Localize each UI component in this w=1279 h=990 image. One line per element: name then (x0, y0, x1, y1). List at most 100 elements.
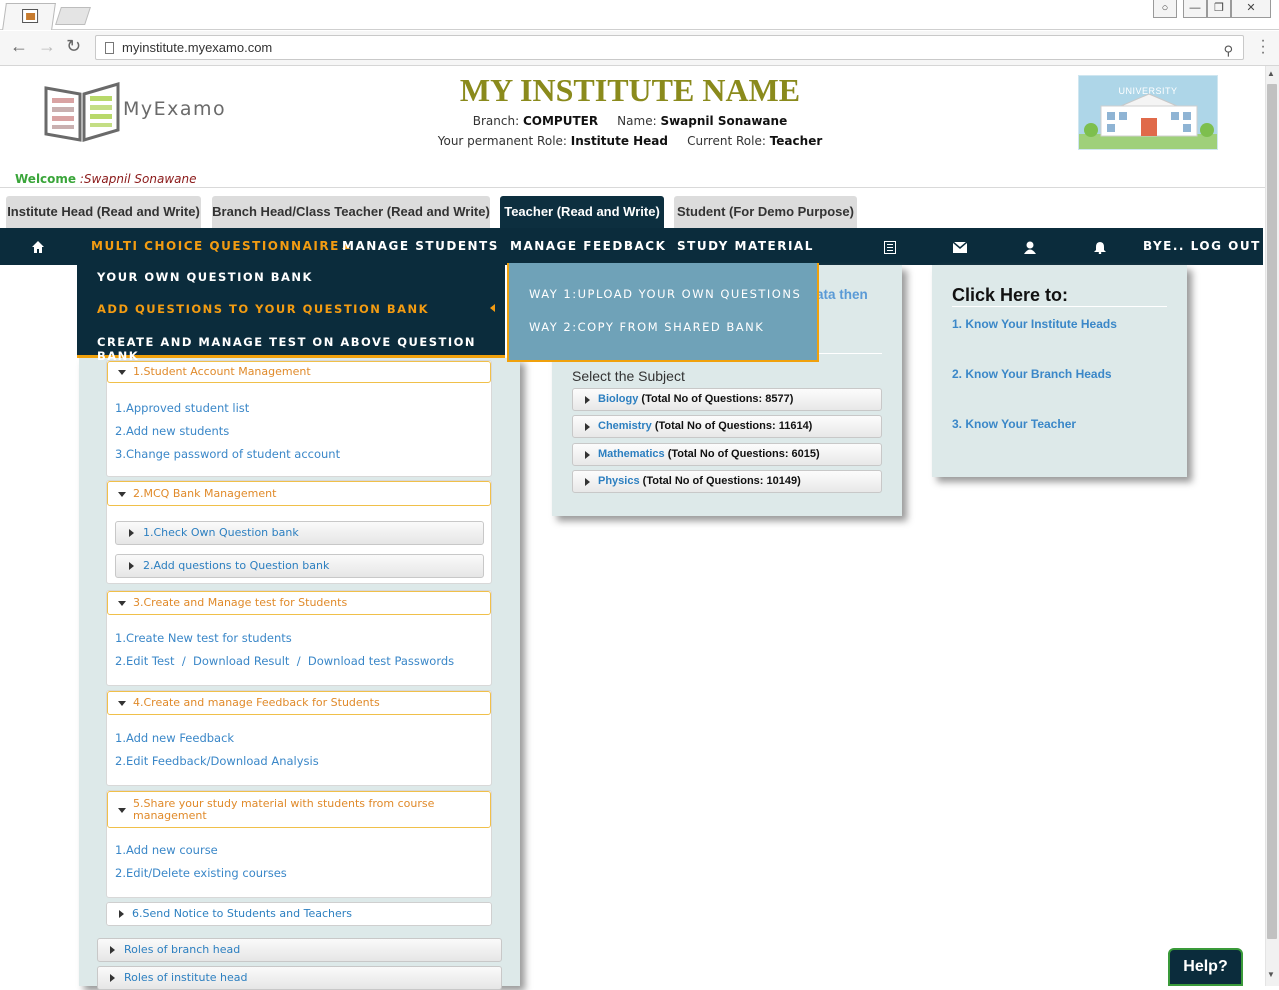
envelope-icon[interactable] (948, 228, 972, 265)
role-info: Your permanent Role: Institute Head Curr… (437, 134, 823, 148)
section-header[interactable]: 6.Send Notice to Students and Teachers (106, 902, 492, 926)
section-header[interactable]: 2.MCQ Bank Management (107, 481, 491, 506)
welcome-message: Welcome :Swapnil Sonawane (15, 172, 197, 186)
bell-icon[interactable] (1088, 228, 1112, 265)
favicon-icon (22, 9, 39, 23)
browser-tab-active[interactable] (2, 3, 56, 30)
add-new-feedback-link[interactable]: 1.Add new Feedback (115, 731, 234, 745)
browser-tabstrip (0, 0, 1279, 30)
forward-icon[interactable]: → (38, 36, 56, 57)
page-icon (105, 42, 114, 54)
add-questions-to-bank[interactable]: 2.Add questions to Question bank (115, 554, 484, 578)
caret-right-icon (129, 529, 134, 537)
scrollbar-thumb[interactable] (1267, 84, 1277, 939)
tab-student-demo[interactable]: Student (For Demo Purpose) (674, 196, 857, 228)
caret-right-icon (585, 451, 590, 459)
add-new-students-link[interactable]: 2.Add new students (115, 424, 229, 438)
tab-branch-head[interactable]: Branch Head/Class Teacher (Read and Writ… (212, 196, 490, 228)
teacher-roles-panel: 1.Student Account Management 1.Approved … (79, 358, 520, 990)
add-new-course-link[interactable]: 1.Add new course (115, 843, 218, 857)
section-study-material: 5.Share your study material with student… (106, 790, 492, 898)
section-mcq-bank: 2.MCQ Bank Management 1.Check Own Questi… (106, 480, 492, 584)
submenu-copy-shared-bank[interactable]: WAY 2:COPY FROM SHARED BANK (529, 320, 764, 334)
minimize-button[interactable]: — (1183, 0, 1207, 18)
menu-create-manage-test[interactable]: CREATE AND MANAGE TEST ON ABOVE QUESTION… (97, 335, 505, 363)
nav-manage-feedback[interactable]: MANAGE FEEDBACK (510, 228, 666, 265)
logout-link[interactable]: BYE.. LOG OUT (1143, 228, 1261, 265)
caret-down-icon (118, 808, 126, 813)
subject-chemistry[interactable]: Chemistry (Total No of Questions: 11614) (572, 415, 882, 438)
scroll-down-icon[interactable]: ▼ (1267, 970, 1275, 979)
branch-info: Branch: COMPUTER Name: Swapnil Sonawane (472, 114, 788, 128)
caret-right-icon (585, 396, 590, 404)
caret-right-icon (110, 974, 115, 982)
subject-biology[interactable]: Biology (Total No of Questions: 8577) (572, 388, 882, 411)
browser-menu-icon[interactable]: · · · (1260, 33, 1266, 61)
myexamo-logo-icon (44, 81, 120, 142)
back-icon[interactable]: ← (10, 36, 28, 57)
submenu-arrow-icon (490, 304, 495, 312)
menu-add-questions[interactable]: ADD QUESTIONS TO YOUR QUESTION BANK (97, 302, 429, 316)
add-questions-submenu: WAY 1:UPLOAD YOUR OWN QUESTIONS WAY 2:CO… (507, 263, 819, 362)
institute-name: MY INSTITUTE NAME (459, 72, 801, 108)
university-building-icon (1079, 93, 1217, 149)
tab-institute-head[interactable]: Institute Head (Read and Write) (6, 196, 201, 228)
know-teacher-link[interactable]: 3. Know Your Teacher (952, 417, 1076, 431)
check-own-question-bank[interactable]: 1.Check Own Question bank (115, 521, 484, 545)
list-icon[interactable] (878, 228, 902, 265)
profile-icon[interactable]: ○ (1153, 0, 1177, 18)
section-feedback: 4.Create and manage Feedback for Student… (106, 690, 492, 786)
roles-of-institute-head[interactable]: Roles of institute head (97, 966, 502, 990)
logo-text: MyExamo (123, 98, 227, 120)
roles-of-branch-head[interactable]: Roles of branch head (97, 938, 502, 962)
user-icon[interactable] (1018, 228, 1042, 265)
edit-feedback-link[interactable]: 2.Edit Feedback/Download Analysis (115, 754, 319, 768)
section-header[interactable]: 1.Student Account Management (107, 361, 491, 383)
submenu-upload-own-questions[interactable]: WAY 1:UPLOAD YOUR OWN QUESTIONS (529, 287, 801, 301)
click-here-panel: Click Here to: 1. Know Your Institute He… (932, 265, 1187, 477)
caret-right-icon (585, 423, 590, 431)
section-header[interactable]: 5.Share your study material with student… (107, 791, 491, 828)
close-button[interactable]: ✕ (1231, 0, 1271, 18)
approved-student-list-link[interactable]: 1.Approved student list (115, 401, 249, 415)
caret-right-icon (110, 946, 115, 954)
tab-teacher[interactable]: Teacher (Read and Write) (500, 196, 664, 228)
new-tab-button[interactable] (55, 7, 91, 25)
menu-own-question-bank[interactable]: YOUR OWN QUESTION BANK (97, 270, 313, 284)
section-header[interactable]: 3.Create and Manage test for Students (107, 591, 491, 615)
branch-value: COMPUTER (522, 114, 599, 128)
caret-right-icon (585, 478, 590, 486)
know-branch-heads-link[interactable]: 2. Know Your Branch Heads (952, 367, 1112, 381)
current-role: Teacher (769, 134, 823, 148)
reload-icon[interactable]: ↻ (66, 36, 81, 57)
section-send-notice: 6.Send Notice to Students and Teachers (106, 902, 492, 926)
scroll-up-icon[interactable]: ▲ (1267, 69, 1275, 78)
edit-delete-courses-link[interactable]: 2.Edit/Delete existing courses (115, 866, 287, 880)
url-field[interactable]: myinstitute.myexamo.com ⚲ (95, 35, 1244, 60)
welcome-name: :Swapnil Sonawane (79, 172, 197, 186)
change-password-link[interactable]: 3.Change password of student account (115, 447, 340, 461)
edit-test-download-link[interactable]: 2.Edit Test / Download Result / Download… (115, 654, 454, 668)
header-divider (0, 187, 1265, 188)
know-institute-heads-link[interactable]: 1. Know Your Institute Heads (952, 317, 1117, 331)
home-icon[interactable] (26, 228, 50, 265)
subject-mathematics[interactable]: Mathematics (Total No of Questions: 6015… (572, 443, 882, 466)
subject-physics[interactable]: Physics (Total No of Questions: 10149) (572, 470, 882, 493)
caret-right-icon (129, 562, 134, 570)
nav-study-material[interactable]: STUDY MATERIAL (677, 228, 814, 265)
select-subject-label: Select the Subject (572, 368, 685, 384)
caret-down-icon (118, 370, 126, 375)
maximize-button[interactable]: ❐ (1207, 0, 1231, 18)
nav-manage-students[interactable]: MANAGE STUDENTS (342, 228, 499, 265)
divider (952, 306, 1167, 307)
user-name: Swapnil Sonawane (660, 114, 788, 128)
help-button[interactable]: Help? (1168, 948, 1243, 986)
section-header[interactable]: 4.Create and manage Feedback for Student… (107, 691, 491, 715)
nav-multi-choice-questionnaire[interactable]: MULTI CHOICE QUESTIONNAIRE (91, 228, 350, 265)
caret-down-icon (118, 701, 126, 706)
url-text: myinstitute.myexamo.com (122, 40, 273, 55)
key-icon[interactable]: ⚲ (1223, 39, 1233, 62)
click-here-title: Click Here to: (952, 285, 1069, 305)
create-new-test-link[interactable]: 1.Create New test for students (115, 631, 292, 645)
mcq-dropdown-menu: YOUR OWN QUESTION BANK ADD QUESTIONS TO … (77, 263, 505, 363)
